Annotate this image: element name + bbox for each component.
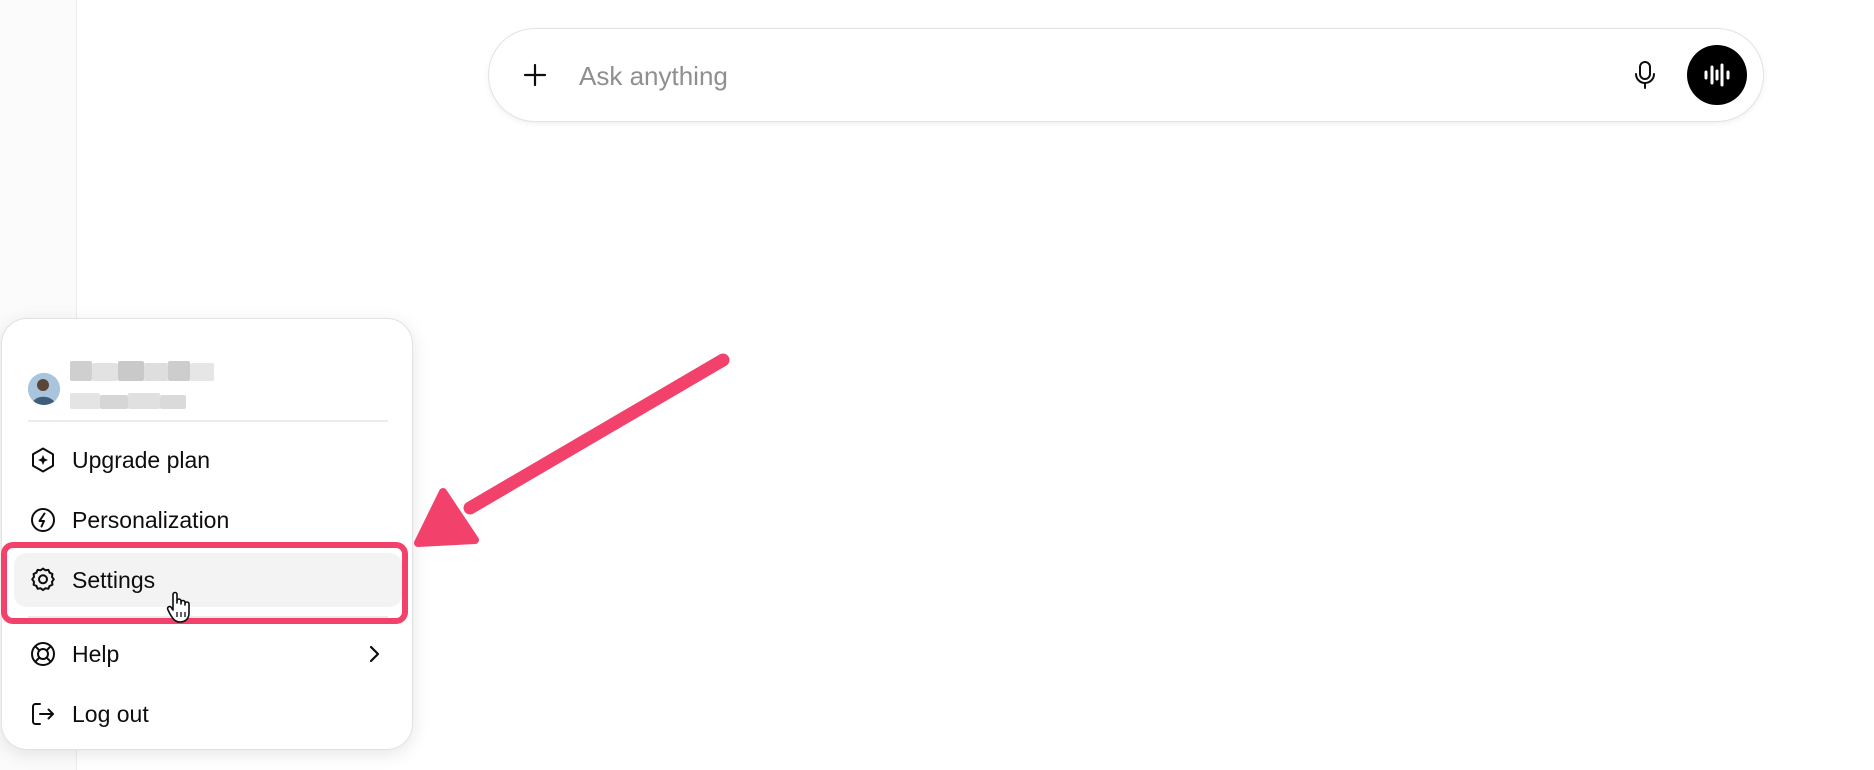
- menu-item-help[interactable]: Help: [14, 627, 402, 681]
- voice-waveform-icon: [1704, 63, 1730, 87]
- user-avatar: [28, 373, 60, 405]
- microphone-icon: [1635, 61, 1655, 89]
- menu-item-label: Settings: [72, 567, 156, 593]
- gear-icon: [29, 566, 57, 594]
- lifebuoy-icon: [29, 640, 57, 668]
- account-menu: Upgrade plan Personalization Settings He…: [1, 318, 413, 750]
- chat-page: Upgrade plan Personalization Settings: [0, 0, 1874, 770]
- logout-icon: [29, 700, 57, 728]
- prompt-input[interactable]: [577, 53, 1581, 99]
- prompt-composer: [488, 28, 1764, 122]
- menu-item-label: Personalization: [72, 507, 230, 533]
- voice-mode-button[interactable]: [1687, 45, 1747, 105]
- upgrade-sparkle-icon: [29, 446, 57, 474]
- chevron-right-icon: [360, 640, 388, 668]
- profile-header[interactable]: [28, 349, 388, 427]
- menu-item-settings[interactable]: Settings: [14, 553, 402, 607]
- add-attachment-button[interactable]: [515, 55, 555, 95]
- dictate-button[interactable]: [1625, 55, 1665, 95]
- menu-item-label: Upgrade plan: [72, 447, 211, 473]
- plus-icon: [523, 63, 547, 87]
- personalization-icon: [29, 506, 57, 534]
- menu-item-personalization[interactable]: Personalization: [14, 493, 402, 547]
- menu-item-log-out[interactable]: Log out: [14, 687, 402, 741]
- menu-divider: [28, 420, 388, 422]
- menu-item-label: Help: [72, 641, 120, 667]
- menu-item-upgrade-plan[interactable]: Upgrade plan: [14, 433, 402, 487]
- menu-item-label: Log out: [72, 701, 149, 727]
- menu-divider: [28, 616, 388, 618]
